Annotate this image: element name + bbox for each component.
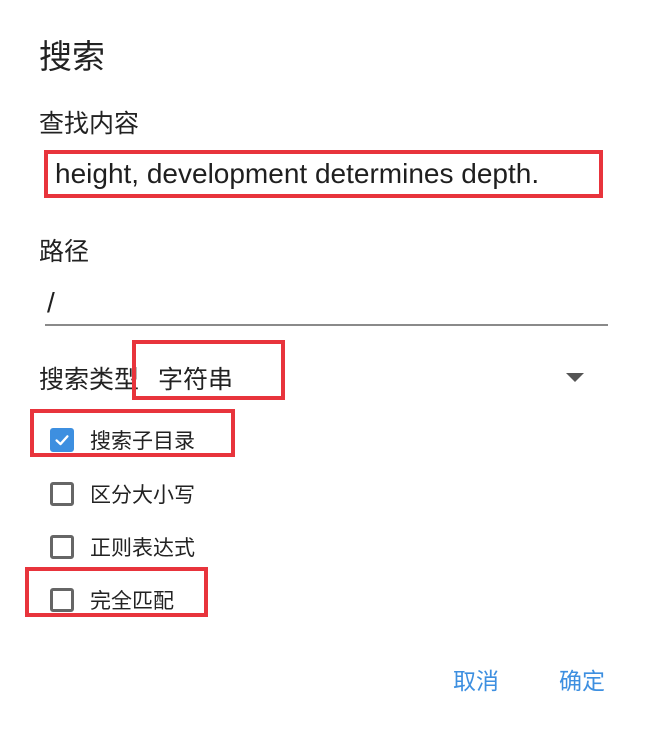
subdirs-highlight [30,409,235,457]
checkbox-unchecked-icon[interactable] [50,535,74,559]
checkbox-unchecked-icon[interactable] [50,482,74,506]
ok-button[interactable]: 确定 [559,662,605,696]
search-dialog: 搜索 查找内容 height, development determines d… [0,0,655,729]
dialog-title: 搜索 [39,37,105,76]
search-type-label: 搜索类型 [39,365,140,394]
find-content-value: height, development determines depth. [55,158,540,189]
option-label: 正则表达式 [90,536,195,560]
exact-match-highlight [25,567,208,617]
option-label: 区分大小写 [90,483,195,507]
find-content-input[interactable]: height, development determines depth. [44,150,603,198]
option-case-sensitive[interactable]: 区分大小写 [50,479,195,509]
dropdown-arrow-icon[interactable] [566,373,584,382]
find-content-label: 查找内容 [39,109,140,138]
path-label: 路径 [39,237,90,266]
option-regex[interactable]: 正则表达式 [50,532,195,562]
cancel-button[interactable]: 取消 [453,662,499,696]
search-type-select[interactable]: 字符串 [158,360,233,396]
path-input[interactable]: / [45,284,608,326]
